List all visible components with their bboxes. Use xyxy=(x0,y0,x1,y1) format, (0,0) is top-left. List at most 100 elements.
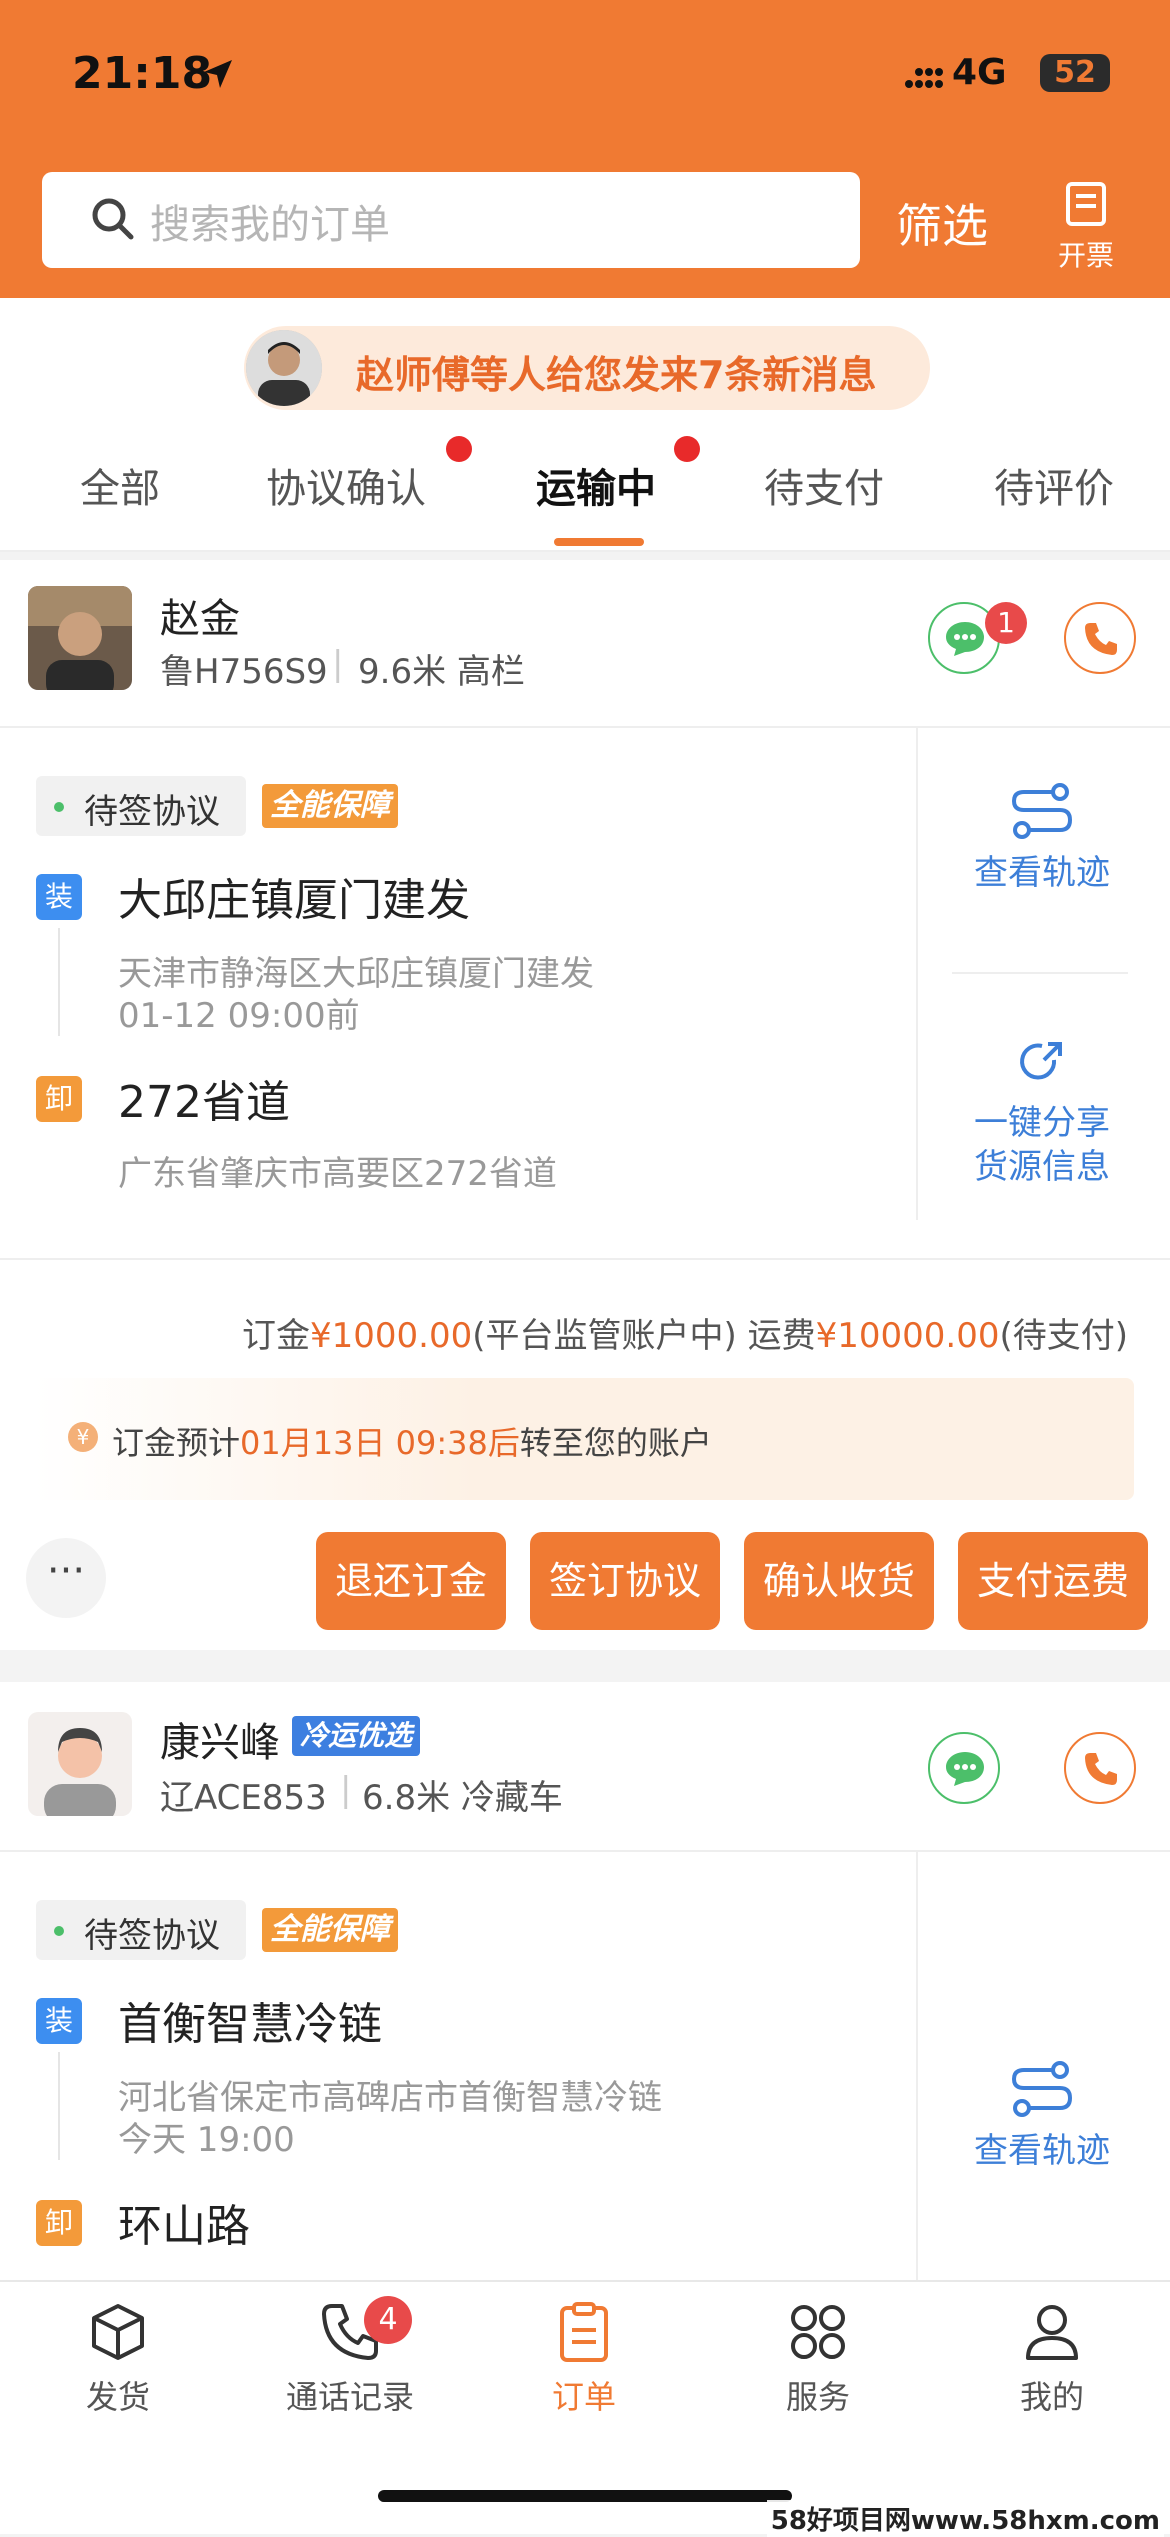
phone-icon xyxy=(1085,623,1117,655)
view-track-label: 查看轨迹 xyxy=(974,853,1110,893)
search-icon xyxy=(92,198,134,240)
driver-name: 赵金 xyxy=(160,596,240,642)
load-time: 今天 19:00 xyxy=(118,2120,295,2160)
load-time: 01-12 09:00前 xyxy=(118,996,360,1036)
sign-agreement-button[interactable]: 签订协议 xyxy=(530,1532,720,1630)
order-card: 康兴峰 冷运优选 辽ACE853 | 6.8米 冷藏车 待签协议 全能保障 装 … xyxy=(0,1682,1170,2282)
guarantee-tag: 全能保障 xyxy=(262,784,398,828)
vehicle-spec: 9.6米 高栏 xyxy=(358,652,525,692)
deposit-amount: ¥1000.00 xyxy=(310,1316,473,1356)
invoice-button[interactable]: 开票 xyxy=(1054,180,1118,274)
refund-deposit-button[interactable]: 退还订金 xyxy=(316,1532,506,1630)
invoice-icon xyxy=(1066,182,1106,226)
notice-text: 赵师傅等人给您发来7条新消息 xyxy=(356,353,877,397)
chat-button[interactable] xyxy=(928,1732,1000,1804)
filter-button[interactable]: 筛选 xyxy=(896,190,988,256)
nav-ship-label: 发货 xyxy=(85,2378,150,2416)
call-log-badge: 4 xyxy=(364,2296,412,2344)
pay-freight-button[interactable]: 支付运费 xyxy=(958,1532,1148,1630)
card-divider xyxy=(0,1850,1170,1852)
unload-tag: 卸 xyxy=(36,1076,82,1122)
order-status: 待签协议 xyxy=(84,1916,220,1956)
battery-indicator: 52 xyxy=(1040,54,1110,92)
side-action-divider xyxy=(952,972,1128,974)
card-divider xyxy=(0,1258,1170,1260)
route-track-icon xyxy=(1011,783,1073,839)
location-arrow-icon xyxy=(204,60,232,88)
share-cargo-button[interactable]: 一键分享 货源信息 xyxy=(922,1034,1162,1189)
driver-avatar[interactable] xyxy=(28,1712,132,1816)
invoice-label: 开票 xyxy=(1057,239,1114,272)
freight-note: (待支付) xyxy=(999,1316,1128,1356)
home-indicator xyxy=(378,2490,792,2502)
order-status-chip: 待签协议 xyxy=(36,776,246,836)
clipboard-icon xyxy=(560,2302,608,2362)
share-label-2: 货源信息 xyxy=(974,1147,1110,1187)
nav-orders-label: 订单 xyxy=(551,2378,616,2416)
network-type: 4G xyxy=(952,52,1007,93)
nav-ship[interactable]: 发货 xyxy=(48,2300,188,2418)
driver-avatar[interactable] xyxy=(28,586,132,690)
search-input[interactable]: 搜索我的订单 xyxy=(42,172,860,268)
order-status: 待签协议 xyxy=(84,792,220,832)
nav-profile[interactable]: 我的 xyxy=(982,2300,1122,2418)
unload-tag: 卸 xyxy=(36,2200,82,2246)
share-icon xyxy=(1020,1042,1062,1080)
vehicle-spec: 6.8米 冷藏车 xyxy=(362,1778,563,1818)
status-dot xyxy=(54,1926,64,1936)
unload-place: 272省道 xyxy=(118,1077,290,1128)
status-dot xyxy=(54,802,64,812)
deposit-note: (平台监管账户中) xyxy=(472,1316,737,1356)
order-status-chip: 待签协议 xyxy=(36,1900,246,1960)
tab-in-transit-dot xyxy=(674,436,700,462)
phone-icon xyxy=(1085,1753,1117,1785)
chat-unread-badge: 1 xyxy=(985,602,1027,644)
freight-amount: ¥10000.00 xyxy=(815,1316,1000,1356)
chat-icon xyxy=(946,622,984,656)
nav-call-log-label: 通话记录 xyxy=(285,2378,414,2416)
call-button[interactable] xyxy=(1064,1732,1136,1804)
nav-services[interactable]: 服务 xyxy=(748,2300,888,2418)
route-line xyxy=(58,928,60,1036)
view-track-label: 查看轨迹 xyxy=(974,2131,1110,2171)
load-place: 首衡智慧冷链 xyxy=(118,1999,382,2050)
tab-agreement-confirm[interactable]: 协议确认 xyxy=(266,456,426,514)
status-time: 21:18 xyxy=(72,48,213,99)
deposit-transfer-tip: ¥ 订金预计01月13日 09:38后转至您的账户 xyxy=(34,1378,1134,1500)
more-actions-button[interactable]: ··· xyxy=(26,1538,106,1618)
vehicle-separator: | xyxy=(340,1770,352,1810)
route-line xyxy=(58,2052,60,2160)
person-icon xyxy=(1026,2305,1078,2360)
driver-plate: 辽ACE853 xyxy=(160,1778,327,1818)
tab-pending-review[interactable]: 待评价 xyxy=(994,456,1114,514)
deposit-label: 订金 xyxy=(242,1316,311,1356)
share-label-1: 一键分享 xyxy=(974,1103,1110,1143)
tab-pending-payment[interactable]: 待支付 xyxy=(764,456,884,514)
view-track-button[interactable]: 查看轨迹 xyxy=(922,782,1162,895)
order-tabs: 全部 协议确认 运输中 待支付 待评价 xyxy=(0,428,1170,552)
nav-services-label: 服务 xyxy=(785,2378,850,2416)
header: 21:18 4G 52 搜索我的订单 筛选 开票 xyxy=(0,0,1170,298)
view-track-button[interactable]: 查看轨迹 xyxy=(922,2060,1162,2173)
fee-summary: 订金¥1000.00(平台监管账户中) 运费¥10000.00(待支付) xyxy=(242,1308,1128,1357)
confirm-receipt-button[interactable]: 确认收货 xyxy=(744,1532,934,1630)
tab-in-transit[interactable]: 运输中 xyxy=(536,456,656,514)
order-card: 赵金 鲁H756S9 | 9.6米 高栏 1 待签协议 全能保障 装 大邱庄镇厦… xyxy=(0,560,1170,1650)
chat-icon xyxy=(946,1752,984,1786)
signal-icon xyxy=(905,68,943,88)
freight-label: 运费 xyxy=(747,1316,816,1356)
tab-agreement-dot xyxy=(446,436,472,462)
load-tag: 装 xyxy=(36,1998,82,2044)
active-tab-underline xyxy=(554,538,644,546)
unload-place: 环山路 xyxy=(118,2201,250,2252)
side-divider xyxy=(916,1852,918,2282)
notice-avatar xyxy=(246,330,322,406)
call-button[interactable] xyxy=(1064,602,1136,674)
tab-all[interactable]: 全部 xyxy=(80,456,160,514)
guarantee-tag: 全能保障 xyxy=(262,1908,398,1952)
box-icon xyxy=(92,2304,144,2360)
nav-profile-label: 我的 xyxy=(1019,2378,1084,2416)
yuan-icon: ¥ xyxy=(68,1422,98,1452)
watermark: 58好项目网www.58hxm.com xyxy=(766,2500,1164,2537)
nav-orders[interactable]: 订单 xyxy=(514,2300,654,2418)
